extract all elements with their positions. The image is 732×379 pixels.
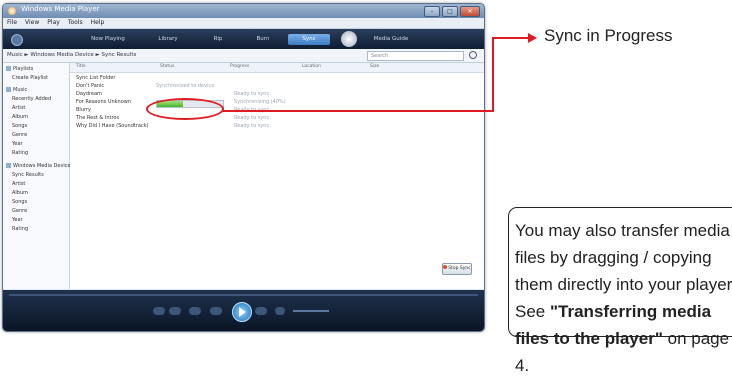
playlist-icon — [6, 66, 11, 71]
nav-item[interactable]: Album — [12, 114, 28, 121]
nav-item[interactable]: Sync Results — [12, 172, 44, 179]
callout-line — [222, 110, 494, 112]
table-row[interactable]: Sync List Folder — [74, 75, 480, 82]
back-button[interactable] — [11, 34, 23, 46]
column-headers: Title Status Progress Location Size — [70, 63, 484, 73]
stop-sync-button[interactable]: Stop Sync — [442, 263, 472, 275]
menu-view[interactable]: View — [25, 18, 39, 28]
stop-icon — [443, 265, 448, 269]
tab-rip[interactable]: Rip — [198, 34, 238, 45]
nav-item[interactable]: Songs — [12, 199, 27, 206]
stop-button[interactable] — [189, 307, 201, 315]
close-button[interactable]: ✕ — [460, 6, 480, 17]
navigation-pane: Playlists Create Playlist Music Recently… — [3, 63, 71, 289]
nav-item[interactable]: Album — [12, 190, 28, 197]
volume-slider[interactable] — [293, 310, 329, 312]
tab-media-guide[interactable]: Media Guide — [365, 34, 417, 45]
title-bar: Windows Media Player – □ ✕ — [3, 4, 484, 18]
previous-button[interactable] — [210, 307, 222, 315]
tab-library[interactable]: Library — [143, 34, 193, 45]
row-title: Don't Panic — [76, 83, 105, 89]
arrow-icon — [528, 33, 537, 43]
note-line: files by dragging / copying — [515, 248, 712, 267]
row-title: For Reasons Unknown — [76, 99, 132, 105]
row-title: Sync List Folder — [76, 75, 116, 81]
mute-button[interactable] — [275, 307, 285, 315]
row-status: Synchronized to device — [156, 83, 215, 89]
sync-list-panel: Title Status Progress Location Size Sync… — [70, 63, 484, 289]
menu-play[interactable]: Play — [47, 18, 60, 28]
row-title: Blurry — [76, 107, 91, 113]
nav-item[interactable]: Windows Media Device — [6, 163, 71, 170]
table-row[interactable]: Don't Panic Synchronized to device — [74, 83, 480, 90]
nav-item[interactable]: Rating — [12, 150, 28, 157]
column-location[interactable]: Location — [302, 64, 321, 69]
nav-item[interactable]: Music — [6, 87, 27, 94]
nav-item[interactable]: Artist — [12, 181, 25, 188]
device-icon — [6, 163, 11, 168]
search-icon[interactable] — [469, 51, 477, 59]
note-line: You may also transfer media — [515, 221, 730, 240]
row-title: Why Did I Have (Soundtrack) — [76, 123, 149, 129]
highlight-ellipse — [146, 98, 224, 120]
address-bar: Music ► Windows Media Device ► Sync Resu… — [3, 49, 484, 63]
row-title: Daydream — [76, 91, 103, 97]
row-title: The Rest & Intros — [76, 115, 120, 121]
maximize-button[interactable]: □ — [442, 6, 458, 17]
sync-callout-label: Sync in Progress — [544, 26, 673, 45]
shuffle-button[interactable] — [153, 307, 165, 315]
note-text: You may also transfer media files by dra… — [515, 217, 732, 379]
playback-controls — [3, 290, 484, 331]
row-status: Ready to sync — [234, 115, 270, 121]
nav-item[interactable]: Year — [12, 141, 23, 148]
column-progress[interactable]: Progress — [230, 64, 249, 69]
tab-burn[interactable]: Burn — [243, 34, 283, 45]
tab-now-playing[interactable]: Now Playing — [78, 34, 138, 45]
search-input[interactable]: Search — [367, 51, 464, 61]
menu-help[interactable]: Help — [91, 18, 105, 28]
note-line: them directly into your player. — [515, 275, 732, 294]
callout-line — [492, 38, 494, 112]
nav-item[interactable]: Recently Added — [12, 96, 51, 103]
note-reference: See "Transferring media files to the pla… — [515, 302, 730, 375]
column-title[interactable]: Title — [76, 64, 86, 69]
column-size[interactable]: Size — [370, 64, 379, 69]
nav-item[interactable]: Artist — [12, 105, 25, 112]
play-button[interactable] — [232, 302, 252, 322]
window-title: Windows Media Player — [21, 5, 100, 13]
nav-item[interactable]: Genre — [12, 208, 27, 215]
nav-item[interactable]: Rating — [12, 226, 28, 233]
table-row[interactable]: For Reasons Unknown Synchronizing (40%) — [74, 99, 480, 108]
breadcrumb[interactable]: Music ► Windows Media Device ► Sync Resu… — [7, 51, 307, 59]
menu-bar: File View Play Tools Help — [3, 18, 484, 29]
window-controls: – □ ✕ — [424, 6, 480, 17]
callout-line — [492, 37, 530, 39]
nav-item[interactable]: Playlists — [6, 66, 33, 73]
table-row[interactable]: Daydream Ready to sync — [74, 91, 480, 98]
nav-item[interactable]: Songs — [12, 123, 27, 130]
menu-tools[interactable]: Tools — [68, 18, 83, 28]
nav-item[interactable]: Genre — [12, 132, 27, 139]
nav-item[interactable]: Create Playlist — [12, 75, 48, 82]
minimize-button[interactable]: – — [424, 6, 440, 17]
row-status: Synchronizing (40%) — [234, 99, 286, 105]
media-player-icon — [8, 7, 16, 15]
table-row[interactable]: The Rest & Intros Ready to sync — [74, 115, 480, 122]
device-orb-icon[interactable] — [341, 31, 357, 47]
next-button[interactable] — [255, 307, 267, 315]
menu-file[interactable]: File — [7, 18, 17, 28]
music-icon — [6, 87, 11, 92]
row-status: Ready to sync — [234, 123, 270, 129]
repeat-button[interactable] — [169, 307, 181, 315]
nav-item[interactable]: Year — [12, 217, 23, 224]
tab-bar: Now Playing Library Rip Burn Sync Media … — [3, 29, 484, 49]
table-row[interactable]: Why Did I Have (Soundtrack) Ready to syn… — [74, 123, 480, 130]
row-status: Ready to sync — [234, 91, 270, 97]
column-status[interactable]: Status — [160, 64, 174, 69]
seek-bar[interactable] — [9, 294, 478, 296]
media-player-window: Windows Media Player – □ ✕ File View Pla… — [2, 3, 485, 332]
tab-sync[interactable]: Sync — [288, 34, 330, 45]
